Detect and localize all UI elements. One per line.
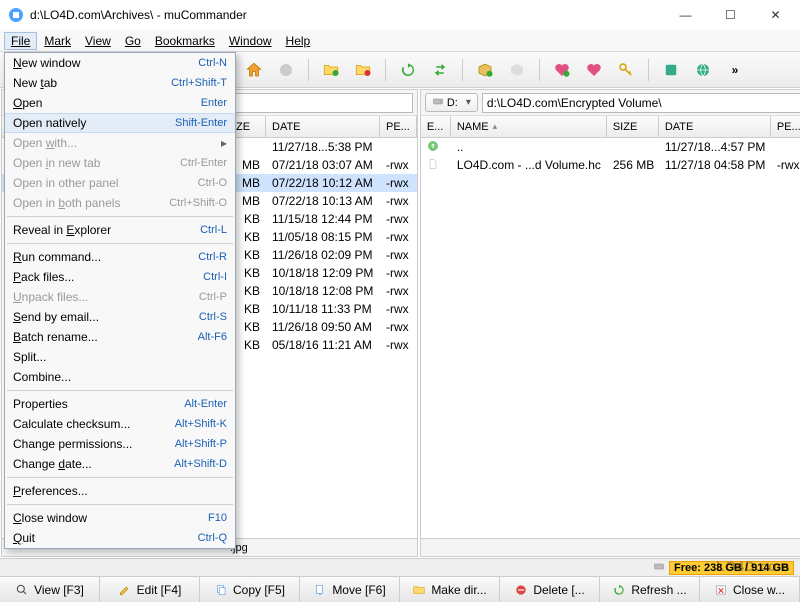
app-icon xyxy=(8,7,24,23)
up-icon xyxy=(427,139,441,153)
menu-change-permissions[interactable]: Change permissions...Alt+Shift-P xyxy=(5,434,235,454)
right-pathbar: D: ▾ xyxy=(421,90,800,116)
refresh-button[interactable]: Refresh ... xyxy=(600,577,700,602)
menu-help[interactable]: Help xyxy=(279,32,318,50)
statusbar: Free: 238 GB / 914 GB xyxy=(0,558,800,576)
right-col-size[interactable]: SIZE xyxy=(607,116,659,137)
right-col-perm[interactable]: PE... xyxy=(771,116,800,137)
menu-window[interactable]: Window xyxy=(222,32,279,50)
right-drive-selector[interactable]: D: ▾ xyxy=(425,93,478,112)
menubar: File Mark View Go Bookmarks Window Help xyxy=(0,30,800,52)
menu-open-in-other-panel: Open in other panelCtrl-O xyxy=(5,173,235,193)
disk-icon xyxy=(653,560,665,575)
menu-open-with: Open with...▸ xyxy=(5,133,235,153)
menu-open-in-new-tab: Open in new tabCtrl-Enter xyxy=(5,153,235,173)
box-disabled-icon xyxy=(505,58,529,82)
left-col-perm[interactable]: PE... xyxy=(380,116,417,137)
heart-icon[interactable] xyxy=(582,58,606,82)
right-path-input[interactable] xyxy=(482,93,800,113)
heart-add-icon[interactable] xyxy=(550,58,574,82)
folder-new-icon[interactable] xyxy=(319,58,343,82)
right-col-ext[interactable]: E... xyxy=(421,116,451,137)
menu-send-by-email[interactable]: Send by email...Ctrl-S xyxy=(5,307,235,327)
refresh-icon[interactable] xyxy=(396,58,420,82)
chevron-down-icon: ▾ xyxy=(466,97,471,108)
view-button[interactable]: View [F3] xyxy=(0,577,100,602)
window-title: d:\LO4D.com\Archives\ - muCommander xyxy=(30,8,663,22)
table-row[interactable]: LO4D.com - ...d Volume.hc 256 MB 11/27/1… xyxy=(421,156,800,174)
menu-pack-files[interactable]: Pack files...Ctrl-I xyxy=(5,267,235,287)
left-col-date[interactable]: DATE xyxy=(266,116,380,137)
menu-open[interactable]: OpenEnter xyxy=(5,93,235,113)
menu-bookmarks[interactable]: Bookmarks xyxy=(148,32,222,50)
minimize-button[interactable]: — xyxy=(663,1,708,29)
key-icon[interactable] xyxy=(614,58,638,82)
titlebar: d:\LO4D.com\Archives\ - muCommander — ☐ … xyxy=(0,0,800,30)
box-add-icon[interactable] xyxy=(473,58,497,82)
watermark: LO4D.com xyxy=(716,558,790,574)
menu-unpack-files: Unpack files...Ctrl-P xyxy=(5,287,235,307)
edit-button[interactable]: Edit [F4] xyxy=(100,577,200,602)
close-button[interactable]: ✕ xyxy=(753,1,798,29)
table-row[interactable]: .. 11/27/18...4:57 PM xyxy=(421,138,800,156)
folder-delete-icon[interactable] xyxy=(351,58,375,82)
menu-open-natively[interactable]: Open nativelyShift-Enter xyxy=(5,113,235,133)
maximize-button[interactable]: ☐ xyxy=(708,1,753,29)
mkdir-button[interactable]: Make dir... xyxy=(400,577,500,602)
menu-change-date[interactable]: Change date...Alt+Shift-D xyxy=(5,454,235,474)
right-col-name[interactable]: NAME xyxy=(451,116,607,137)
menu-batch-rename[interactable]: Batch rename...Alt-F6 xyxy=(5,327,235,347)
menu-quit[interactable]: QuitCtrl-Q xyxy=(5,528,235,548)
right-status xyxy=(421,538,800,556)
menu-file[interactable]: File xyxy=(4,32,37,50)
menu-close-window[interactable]: Close windowF10 xyxy=(5,508,235,528)
close-window-button[interactable]: Close w... xyxy=(700,577,800,602)
move-button[interactable]: Move [F6] xyxy=(300,577,400,602)
swap-panels-icon[interactable] xyxy=(428,58,452,82)
right-rows[interactable]: .. 11/27/18...4:57 PM LO4D.com - ...d Vo… xyxy=(421,138,800,538)
file-menu-dropdown: New windowCtrl-NNew tabCtrl+Shift-TOpenE… xyxy=(4,52,236,549)
menu-split[interactable]: Split... xyxy=(5,347,235,367)
right-table-header: E... NAME SIZE DATE PE... xyxy=(421,116,800,138)
home-icon[interactable] xyxy=(242,58,266,82)
menu-go[interactable]: Go xyxy=(118,32,148,50)
right-pane: D: ▾ E... NAME SIZE DATE PE... .. 11/27/… xyxy=(420,89,800,557)
menu-combine[interactable]: Combine... xyxy=(5,367,235,387)
server-icon[interactable] xyxy=(659,58,683,82)
globe-disabled-icon xyxy=(274,58,298,82)
web-icon[interactable] xyxy=(691,58,715,82)
menu-new-window[interactable]: New windowCtrl-N xyxy=(5,53,235,73)
bottom-buttons: View [F3] Edit [F4] Copy [F5] Move [F6] … xyxy=(0,576,800,602)
menu-open-in-both-panels: Open in both panelsCtrl+Shift-O xyxy=(5,193,235,213)
menu-mark[interactable]: Mark xyxy=(37,32,78,50)
menu-calculate-checksum[interactable]: Calculate checksum...Alt+Shift-K xyxy=(5,414,235,434)
right-col-date[interactable]: DATE xyxy=(659,116,771,137)
menu-preferences[interactable]: Preferences... xyxy=(5,481,235,501)
menu-run-command[interactable]: Run command...Ctrl-R xyxy=(5,247,235,267)
copy-button[interactable]: Copy [F5] xyxy=(200,577,300,602)
file-icon xyxy=(427,157,441,171)
drive-icon xyxy=(432,95,444,110)
menu-view[interactable]: View xyxy=(78,32,118,50)
menu-properties[interactable]: PropertiesAlt-Enter xyxy=(5,394,235,414)
menu-reveal-in-explorer[interactable]: Reveal in ExplorerCtrl-L xyxy=(5,220,235,240)
delete-button[interactable]: Delete [... xyxy=(500,577,600,602)
toolbar-overflow[interactable]: » xyxy=(723,58,747,82)
menu-new-tab[interactable]: New tabCtrl+Shift-T xyxy=(5,73,235,93)
